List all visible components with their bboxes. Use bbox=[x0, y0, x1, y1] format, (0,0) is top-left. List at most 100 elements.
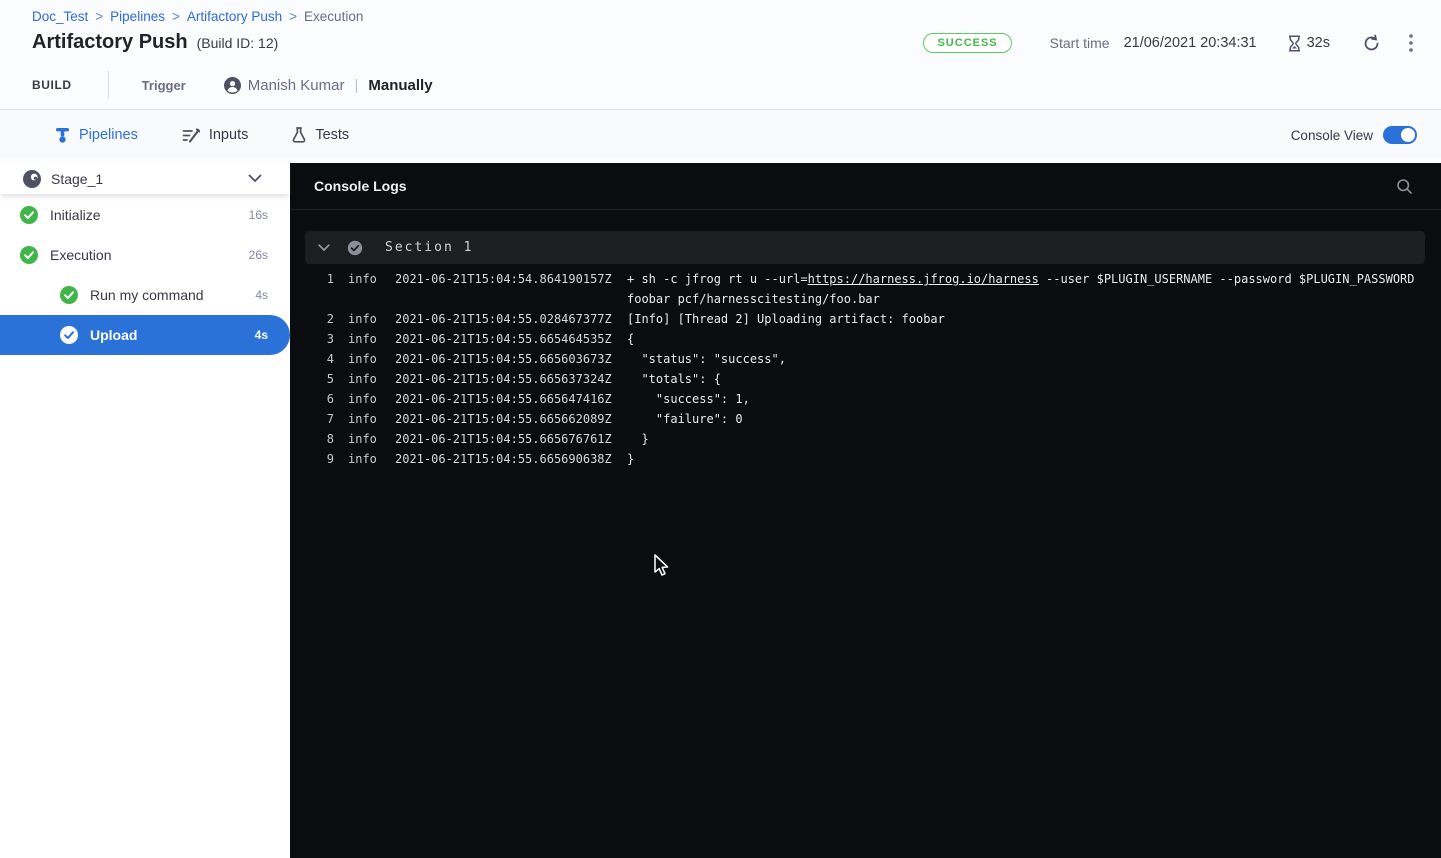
step-label: Run my command bbox=[90, 287, 204, 303]
step-duration: 4s bbox=[255, 288, 268, 302]
log-level: info bbox=[348, 349, 378, 369]
log-level: info bbox=[348, 369, 378, 389]
hourglass-icon bbox=[1287, 35, 1302, 52]
log-row: 8 info 2021-06-21T15:04:55.665676761Z } bbox=[314, 429, 1425, 449]
console-view-label: Console View bbox=[1291, 128, 1373, 143]
log-message: [Info] [Thread 2] Uploading artifact: fo… bbox=[627, 309, 1425, 329]
log-line-number: 6 bbox=[314, 389, 334, 409]
title-row: Artifactory Push (Build ID: 12) bbox=[32, 31, 278, 54]
log-message: } bbox=[627, 449, 1425, 469]
log-timestamp: 2021-06-21T15:04:55.665464535Z bbox=[395, 329, 613, 349]
log-message: } bbox=[627, 429, 1425, 449]
log-message: "status": "success", bbox=[627, 349, 1425, 369]
breadcrumb-link-project[interactable]: Doc_Test bbox=[32, 9, 88, 24]
start-time-value: 21/06/2021 20:34:31 bbox=[1124, 35, 1257, 51]
stage-name: Stage_1 bbox=[51, 171, 103, 187]
check-circle-icon bbox=[20, 206, 38, 224]
breadcrumb-current: Execution bbox=[304, 9, 363, 24]
log-timestamp: 2021-06-21T15:04:55.665662089Z bbox=[395, 409, 613, 429]
breadcrumb: Doc_Test > Pipelines > Artifactory Push … bbox=[32, 9, 363, 24]
step-execution[interactable]: Execution26s bbox=[0, 235, 290, 275]
log-line-number: 8 bbox=[314, 429, 334, 449]
execution-meta: SUCCESS Start time 21/06/2021 20:34:31 3… bbox=[923, 31, 1417, 55]
tab-label: Inputs bbox=[209, 127, 249, 143]
log-row: 9 info 2021-06-21T15:04:55.665690638Z} bbox=[314, 449, 1425, 469]
inputs-icon bbox=[182, 128, 200, 143]
log-line-number: 7 bbox=[314, 409, 334, 429]
trigger-label: Trigger bbox=[142, 78, 186, 93]
console-title: Console Logs bbox=[314, 178, 407, 194]
step-upload[interactable]: Upload4s bbox=[0, 315, 290, 355]
log-message: { bbox=[627, 329, 1425, 349]
log-row: 3 info 2021-06-21T15:04:55.665464535Z { bbox=[314, 329, 1425, 349]
log-timestamp: 2021-06-21T15:04:55.665690638Z bbox=[395, 449, 613, 469]
log-line-number: 5 bbox=[314, 369, 334, 389]
log-level: info bbox=[348, 429, 378, 449]
build-id-label: (Build ID: 12) bbox=[197, 35, 279, 51]
execution-sidebar: Stage_1 Initialize16sExecution26sRun my … bbox=[0, 163, 290, 858]
refresh-button[interactable] bbox=[1358, 30, 1385, 57]
check-circle-icon bbox=[60, 326, 78, 344]
log-line-number: 1 bbox=[314, 269, 334, 289]
pipe-separator: | bbox=[354, 77, 358, 94]
log-level: info bbox=[348, 389, 378, 409]
log-level: info bbox=[348, 409, 378, 429]
trigger-user-name[interactable]: Manish Kumar bbox=[248, 77, 345, 94]
log-timestamp: 2021-06-21T15:04:55.665603673Z bbox=[395, 349, 613, 369]
tests-flask-icon bbox=[292, 127, 306, 143]
chevron-down-icon bbox=[248, 174, 262, 183]
breadcrumb-separator: > bbox=[95, 9, 103, 24]
breadcrumb-separator: > bbox=[172, 9, 180, 24]
log-lines: 1 info 2021-06-21T15:04:54.864190157Z + sh … bbox=[290, 264, 1441, 469]
log-row: 4 info 2021-06-21T15:04:55.665603673Z "sta… bbox=[314, 349, 1425, 369]
status-badge: SUCCESS bbox=[923, 33, 1011, 53]
tab-pipelines[interactable]: Pipelines bbox=[55, 127, 138, 144]
check-circle-icon bbox=[60, 286, 78, 304]
build-info-bar: BUILD Trigger Manish Kumar | Manually bbox=[32, 70, 433, 100]
log-line-number: 3 bbox=[314, 329, 334, 349]
more-options-button[interactable] bbox=[1405, 30, 1417, 56]
log-line-number: 9 bbox=[314, 449, 334, 469]
duration-value: 32s bbox=[1307, 35, 1330, 51]
breadcrumb-separator: > bbox=[289, 9, 297, 24]
stage-selector[interactable]: Stage_1 bbox=[0, 163, 290, 194]
tab-label: Tests bbox=[315, 127, 349, 143]
log-row: 6info2021-06-21T15:04:55.665647416Z "suc… bbox=[314, 389, 1425, 409]
start-time-label: Start time bbox=[1050, 35, 1110, 51]
check-circle-icon bbox=[20, 246, 38, 264]
vertical-divider bbox=[108, 71, 109, 99]
section-status-check-icon bbox=[347, 240, 363, 256]
log-timestamp: 2021-06-21T15:04:55.665637324Z bbox=[395, 369, 613, 389]
step-initialize[interactable]: Initialize16s bbox=[0, 195, 290, 235]
log-level: info bbox=[348, 269, 378, 289]
console-view-toggle[interactable] bbox=[1383, 126, 1417, 144]
stage-icon bbox=[22, 169, 42, 189]
search-icon[interactable] bbox=[1392, 174, 1417, 199]
log-url-link[interactable]: https://harness.jfrog.io/harness bbox=[808, 272, 1039, 286]
log-row: 7info2021-06-21T15:04:55.665662089Z "fai… bbox=[314, 409, 1425, 429]
tab-tests[interactable]: Tests bbox=[292, 127, 349, 143]
log-level: info bbox=[348, 449, 378, 469]
pipelines-icon bbox=[55, 127, 70, 144]
tab-inputs[interactable]: Inputs bbox=[182, 127, 249, 143]
log-line-number: 4 bbox=[314, 349, 334, 369]
log-message: + sh -c jfrog rt u --url=https://harness… bbox=[627, 269, 1425, 309]
step-label: Initialize bbox=[50, 207, 101, 223]
step-run-my-command[interactable]: Run my command 4s bbox=[0, 275, 290, 315]
log-level: info bbox=[348, 329, 378, 349]
log-section-header[interactable]: Section 1 bbox=[305, 231, 1425, 264]
log-timestamp: 2021-06-21T15:04:54.864190157Z bbox=[395, 269, 613, 289]
steps-list: Initialize16sExecution26s Run my command 4… bbox=[0, 194, 290, 355]
log-timestamp: 2021-06-21T15:04:55.665676761Z bbox=[395, 429, 613, 449]
section-label: Section 1 bbox=[385, 240, 473, 255]
console-panel: Console Logs Section 1 1 info 2021-06-21T1… bbox=[290, 163, 1441, 858]
log-timestamp: 2021-06-21T15:04:55.028467377Z bbox=[395, 309, 613, 329]
breadcrumb-link-pipeline-name[interactable]: Artifactory Push bbox=[187, 9, 282, 24]
tab-bar: Pipelines Inputs Tests Console View bbox=[0, 111, 1441, 159]
user-avatar-icon bbox=[224, 77, 241, 94]
step-duration: 4s bbox=[255, 328, 268, 342]
log-row: 1 info 2021-06-21T15:04:54.864190157Z + sh … bbox=[314, 269, 1425, 309]
breadcrumb-link-pipelines[interactable]: Pipelines bbox=[110, 9, 165, 24]
page-header: Doc_Test > Pipelines > Artifactory Push … bbox=[0, 0, 1441, 110]
log-line-number: 2 bbox=[314, 309, 334, 329]
